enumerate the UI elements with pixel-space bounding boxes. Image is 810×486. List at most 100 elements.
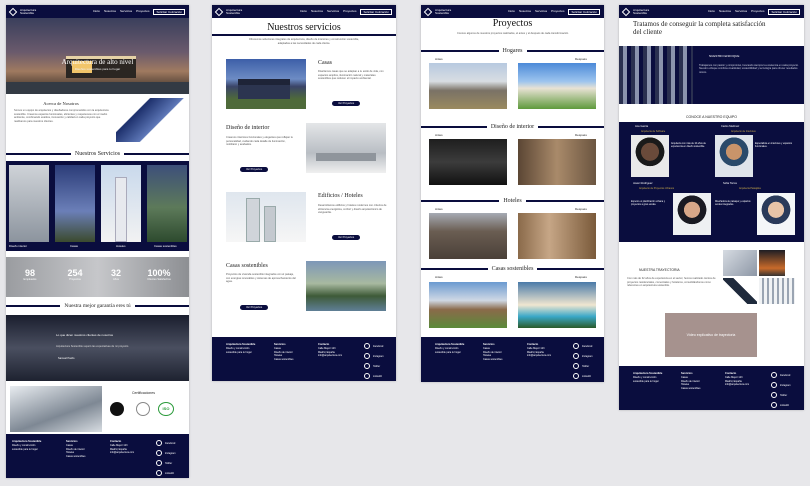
social-link[interactable]: Facebook (771, 372, 791, 378)
nav-item[interactable]: Servicios (535, 9, 547, 15)
service-image-interior (306, 123, 386, 173)
nav-item[interactable]: Proyectos (136, 9, 149, 15)
hero-pool (6, 82, 189, 94)
trajectory-video[interactable]: Vídeo explicativo de trayectoria (665, 313, 757, 357)
social-link[interactable]: Instagram (771, 382, 791, 388)
service-card-image[interactable] (55, 165, 95, 242)
testimonial-section: Lo que dicen nuestros clientes de nosotr… (6, 315, 189, 381)
trajectory-photo (723, 278, 757, 304)
projects-page: Arquitectura Sostenible Inicio Nosotros S… (421, 5, 604, 382)
nav-menu: Inicio Nosotros Servicios Proyectos Soli… (708, 8, 800, 15)
nav-item[interactable]: Servicios (327, 9, 339, 15)
category-title: Hoteles (503, 198, 522, 204)
social-link[interactable]: LinkedIn (156, 470, 176, 476)
nav-item[interactable]: Inicio (508, 9, 515, 15)
social-link[interactable]: LinkedIn (364, 373, 384, 379)
logo[interactable]: Arquitectura Sostenible (214, 7, 242, 16)
nav-item[interactable]: Proyectos (343, 9, 356, 15)
trajectory-photo (759, 250, 785, 276)
view-projects-button[interactable]: Ver Proyectos (332, 101, 361, 106)
twitter-icon (364, 363, 370, 369)
services-header: Nuestros Servicios (6, 151, 189, 157)
nav-item[interactable]: Nosotros (519, 9, 531, 15)
trajectory-text: Con más de 32 años de experiencia en el … (627, 277, 716, 288)
trajectory-title: NUESTRA TRAYECTORIA (639, 268, 680, 272)
nav-item[interactable]: Proyectos (551, 9, 564, 15)
after-label: Después (575, 275, 587, 279)
social-link[interactable]: Facebook (156, 440, 176, 446)
facebook-icon (771, 372, 777, 378)
nav-cta-button[interactable]: Solicitar Cotización (360, 8, 392, 15)
social-link[interactable]: Twitter (573, 363, 593, 369)
nav-item[interactable]: Nosotros (311, 9, 323, 15)
nav-cta-button[interactable]: Solicitar Cotización (768, 8, 800, 15)
before-image (429, 63, 507, 109)
about-page: Arquitectura Sostenible Inicio Nosotros S… (619, 5, 804, 410)
footer-col: Servicios Casas Diseño de interior Hoteles C… (483, 343, 503, 361)
social-link[interactable]: Facebook (364, 343, 384, 349)
service-label: Casas (70, 244, 78, 248)
footer-col: Contacto Calle Mayor 123 Madrid, España inf… (527, 343, 552, 358)
before-image (429, 139, 507, 185)
nav-item[interactable]: Servicios (120, 9, 132, 15)
service-label: Casas sostenibles (154, 244, 177, 248)
category-title: Diseño de interior (490, 124, 535, 130)
approach-image (619, 46, 693, 104)
linkedin-icon (771, 402, 777, 408)
nav-item[interactable]: Inicio (300, 9, 307, 15)
approach-title: NUESTRO ENFOQUE (709, 54, 740, 58)
footer: Arquitectura Sostenible Diseño y construc… (6, 434, 189, 478)
social-link[interactable]: Instagram (156, 450, 176, 456)
team-role: Arquitecta Paisajista (739, 187, 761, 190)
logo[interactable]: Arquitectura Sostenible (423, 7, 451, 16)
service-label: Diseño interior (9, 244, 28, 248)
view-projects-button[interactable]: Ver Proyectos (240, 167, 269, 172)
before-label: Antes (435, 133, 443, 137)
social-link[interactable]: Instagram (573, 353, 593, 359)
nav-item[interactable]: Inicio (93, 9, 100, 15)
instagram-icon (771, 382, 777, 388)
social-link[interactable]: LinkedIn (771, 402, 791, 408)
nav-item[interactable]: Proyectos (751, 9, 764, 15)
trajectory-photo (759, 278, 795, 304)
nav-item[interactable]: Inicio (708, 9, 715, 15)
page-title: Proyectos (492, 18, 533, 29)
service-card-image[interactable] (9, 165, 49, 242)
service-card-image[interactable] (101, 165, 141, 242)
service-image-sustainable (306, 261, 386, 311)
before-image (429, 213, 507, 259)
social-link[interactable]: Twitter (364, 363, 384, 369)
social-link[interactable]: Twitter (771, 392, 791, 398)
nav-item[interactable]: Nosotros (719, 9, 731, 15)
nav-item[interactable]: Servicios (735, 9, 747, 15)
category-header: Diseño de interior (421, 124, 604, 130)
team-bio: Experto en planificación urbana y proyec… (631, 201, 665, 207)
team-photo (757, 193, 795, 235)
cert-title: Certificaciones (132, 391, 155, 395)
nav-item[interactable]: Nosotros (104, 9, 116, 15)
footer-col: Contacto Calle Mayor 123 Madrid, España inf… (318, 343, 343, 358)
iso-badge-icon: ISO (158, 402, 174, 416)
about-building-image (116, 98, 184, 142)
stat: 100% Clientes Satisfechos (147, 268, 171, 281)
service-card-image[interactable] (147, 165, 187, 242)
linkedin-icon (573, 373, 579, 379)
social-link[interactable]: Instagram (364, 353, 384, 359)
nav-cta-button[interactable]: Solicitar Cotización (153, 8, 185, 15)
hero-image: Arquitectura de alto nivel Diseños soste… (6, 18, 189, 94)
social-link[interactable]: Twitter (156, 460, 176, 466)
logo[interactable]: Arquitectura Sostenible (621, 7, 649, 16)
nav-cta-button[interactable]: Solicitar Cotización (568, 8, 600, 15)
nav-menu: Inicio Nosotros Servicios Proyectos Soli… (508, 8, 600, 15)
service-text: Desarrollamos edificios y hoteles modern… (318, 204, 387, 215)
linkedin-icon (156, 470, 162, 476)
view-projects-button[interactable]: Ver Proyectos (332, 235, 361, 240)
category-header: Casas sostenibles (421, 266, 604, 272)
top-nav: Arquitectura Sostenible Inicio Nosotros S… (619, 5, 804, 18)
social-link[interactable]: Facebook (573, 343, 593, 349)
view-projects-button[interactable]: Ver Proyectos (240, 305, 269, 310)
logo[interactable]: Arquitectura Sostenible (8, 7, 36, 16)
team-bio: Arquitecta con más de 10 años de experie… (671, 143, 706, 149)
social-link[interactable]: LinkedIn (573, 373, 593, 379)
footer-col: Servicios Casas Diseño de interior Hoteles C… (274, 343, 294, 361)
